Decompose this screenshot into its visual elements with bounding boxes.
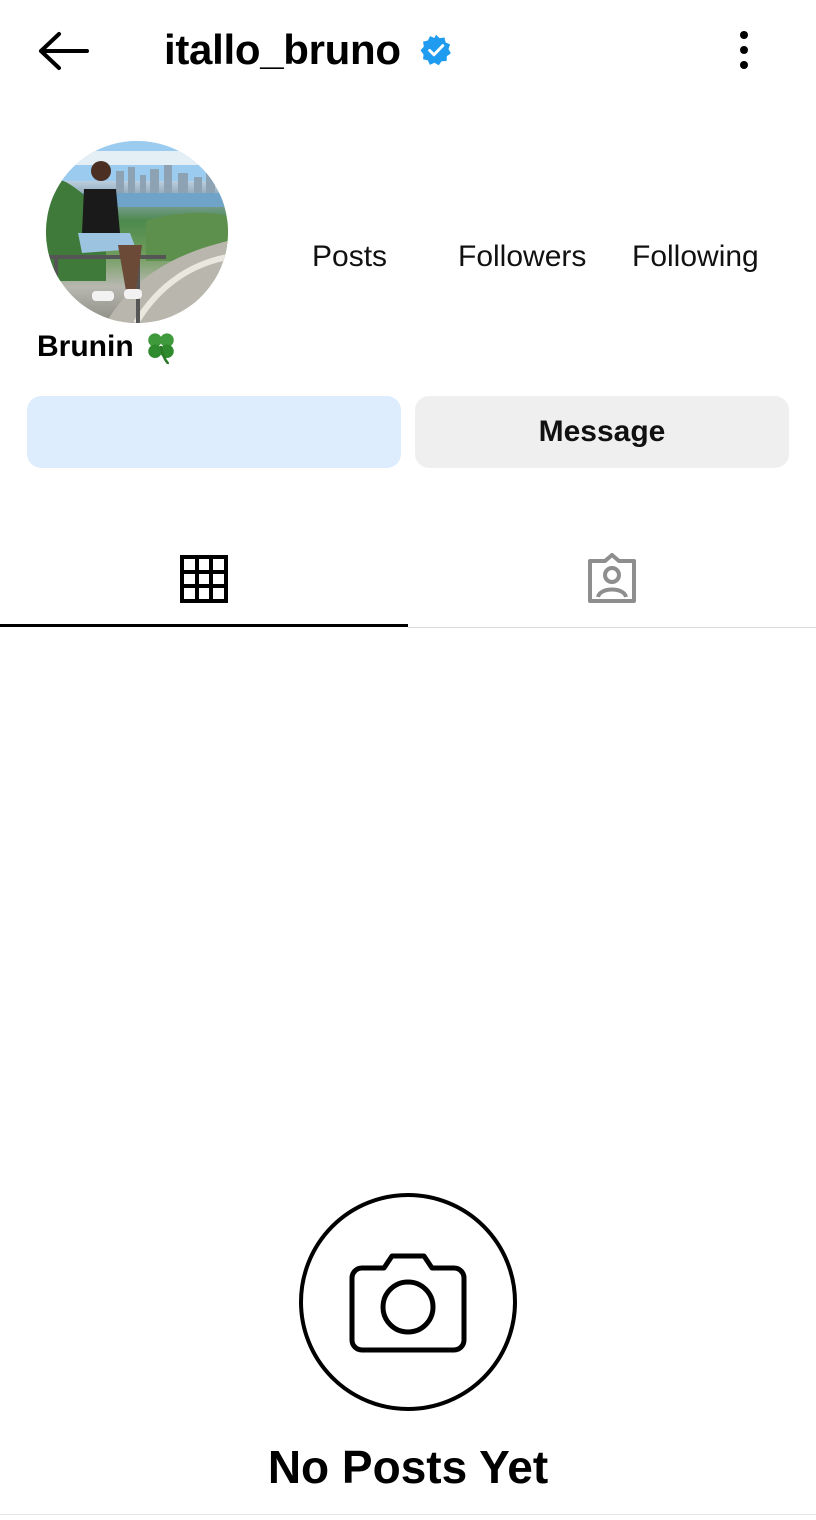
tab-tagged[interactable]: [408, 530, 816, 628]
message-button[interactable]: Message: [415, 396, 789, 468]
active-tab-indicator: [0, 624, 408, 627]
four-leaf-clover-icon: [147, 333, 174, 364]
grid-icon: [180, 555, 228, 603]
display-name: Brunin: [37, 330, 134, 363]
bottom-divider: [0, 1514, 816, 1515]
tab-divider: [408, 627, 816, 628]
camera-icon: [349, 1253, 467, 1353]
posts-stat[interactable]: Posts: [312, 240, 387, 274]
followers-stat[interactable]: Followers: [458, 240, 586, 274]
display-name-row: Brunin: [37, 330, 178, 364]
more-options-button[interactable]: [722, 26, 766, 74]
top-bar: itallo_bruno: [0, 0, 816, 100]
avatar[interactable]: [46, 141, 228, 323]
profile-username: itallo_bruno: [164, 26, 401, 73]
arrow-left-icon: [39, 32, 89, 70]
profile-page: itallo_bruno Posts Followers Following B…: [0, 0, 816, 1520]
verified-badge-icon: [420, 34, 451, 66]
back-button[interactable]: [30, 22, 96, 80]
follow-button[interactable]: [27, 396, 401, 468]
profile-tabs: [0, 530, 816, 628]
empty-state-title: No Posts Yet: [267, 1441, 549, 1493]
profile-stats: Posts Followers Following: [300, 240, 790, 284]
more-vertical-icon: [740, 31, 748, 69]
empty-state-camera: [299, 1193, 517, 1411]
following-stat[interactable]: Following: [632, 240, 759, 274]
tab-posts-grid[interactable]: [0, 530, 408, 628]
tagged-person-icon: [588, 553, 636, 603]
profile-photo: [46, 141, 228, 323]
